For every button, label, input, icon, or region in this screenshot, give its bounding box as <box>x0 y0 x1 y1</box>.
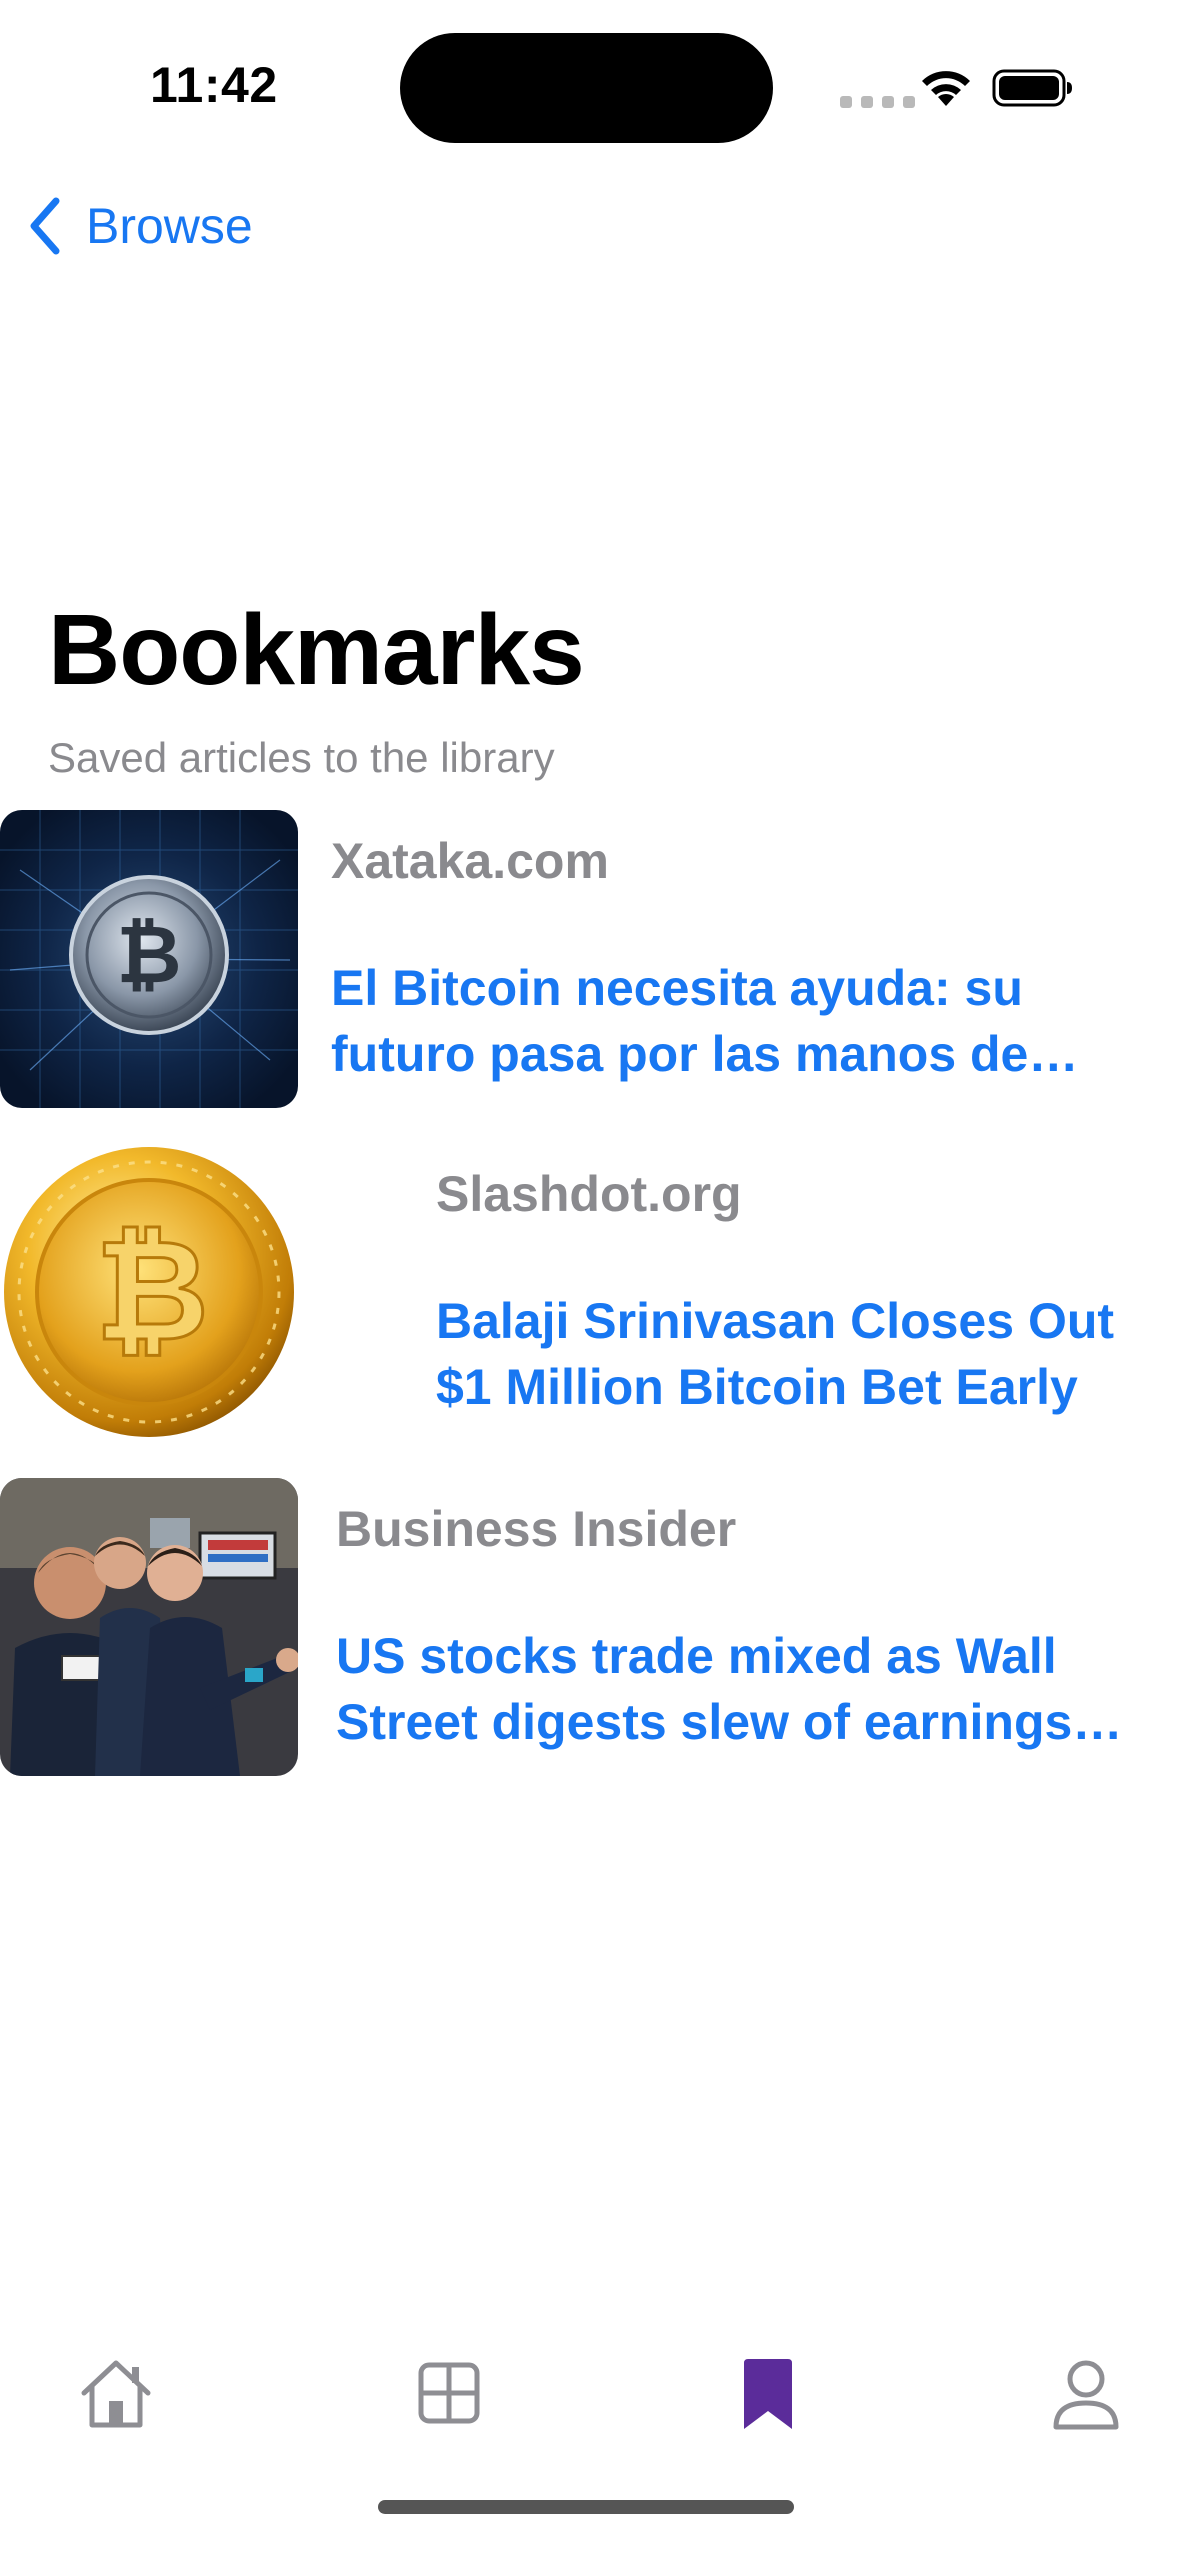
article-source: Xataka.com <box>331 833 609 889</box>
tab-profile[interactable] <box>1031 2338 1141 2448</box>
back-button-label: Browse <box>86 198 253 254</box>
bitcoin-digital-network-image: ₿ <box>0 810 298 1108</box>
article-source: Business Insider <box>336 1501 737 1557</box>
bookmark-item[interactable]: ₿ Xataka.com El Bitcoin necesita ayuda: … <box>0 810 1179 1110</box>
stock-traders-photo <box>0 1478 298 1776</box>
svg-text:₿: ₿ <box>95 1210 209 1373</box>
article-headline-link[interactable]: US stocks trade mixed as Wall Street dig… <box>336 1623 1171 1755</box>
battery-icon <box>992 69 1072 107</box>
bookmark-item[interactable]: Business Insider US stocks trade mixed a… <box>0 1478 1179 1778</box>
article-source: Slashdot.org <box>436 1166 742 1222</box>
status-time: 11:42 <box>150 57 278 113</box>
tab-bookmarks[interactable] <box>713 2338 823 2448</box>
home-indicator <box>378 2500 794 2514</box>
back-button[interactable]: Browse <box>24 190 253 262</box>
page-title: Bookmarks <box>48 594 585 706</box>
dynamic-island <box>400 33 773 143</box>
person-icon <box>1053 2360 1119 2430</box>
svg-text:₿: ₿ <box>116 908 181 1001</box>
grid-icon <box>418 2362 480 2424</box>
gold-bitcoin-coin-image: ₿ <box>0 1143 298 1441</box>
bookmark-icon <box>744 2359 792 2429</box>
page-subtitle: Saved articles to the library <box>48 734 555 781</box>
wifi-icon <box>922 71 970 106</box>
home-icon <box>81 2360 151 2428</box>
article-headline-link[interactable]: Balaji Srinivasan Closes Out $1 Million … <box>436 1288 1176 1420</box>
bookmark-item[interactable]: ₿ Slashdot.org Balaji Srinivasan Closes … <box>0 1143 1179 1443</box>
tab-browse[interactable] <box>394 2338 504 2448</box>
cellular-signal-icon <box>840 96 915 108</box>
tab-bar <box>0 2320 1179 2470</box>
article-headline-link[interactable]: El Bitcoin necesita ayuda: su futuro pas… <box>331 955 1171 1087</box>
tab-home[interactable] <box>61 2338 171 2448</box>
chevron-left-icon <box>30 197 60 255</box>
